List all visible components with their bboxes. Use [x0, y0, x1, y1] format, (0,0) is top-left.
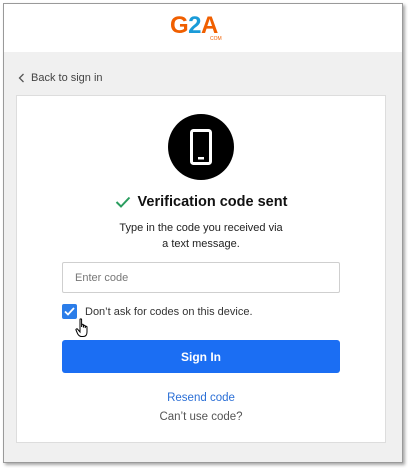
browser-window: G2A COM Back to sign in Verification cod…: [3, 3, 403, 463]
header: G2A COM: [4, 4, 402, 52]
logo-g: G: [170, 12, 189, 39]
check-icon: [64, 307, 75, 316]
verification-title: Verification code sent: [137, 194, 288, 210]
phone-icon: [190, 129, 212, 165]
cant-use-code-link[interactable]: Can’t use code?: [17, 411, 385, 423]
back-label: Back to sign in: [31, 72, 103, 84]
verification-description: Type in the code you received via a text…: [17, 220, 385, 252]
remember-device-option[interactable]: Don’t ask for codes on this device.: [62, 304, 253, 319]
chevron-left-icon: [18, 73, 24, 83]
back-to-sign-in-link[interactable]: Back to sign in: [18, 72, 103, 84]
logo-a: A: [201, 12, 218, 39]
checkmark-icon: [115, 196, 130, 208]
resend-code-link[interactable]: Resend code: [17, 392, 385, 404]
description-line-1: Type in the code you received via: [119, 222, 283, 234]
sign-in-button[interactable]: Sign In: [62, 340, 340, 373]
phone-icon-circle: [168, 114, 234, 180]
code-input[interactable]: [62, 262, 340, 293]
description-line-2: a text message.: [162, 238, 240, 250]
verification-card: Verification code sent Type in the code …: [16, 95, 386, 443]
remember-device-label: Don’t ask for codes on this device.: [85, 305, 253, 318]
g2a-logo[interactable]: G2A COM: [170, 12, 222, 42]
hand-pointer-cursor-icon: [75, 318, 88, 337]
remember-device-checkbox[interactable]: [62, 304, 77, 319]
logo-com: COM: [210, 36, 222, 42]
logo-two: 2: [188, 12, 202, 39]
status-row: Verification code sent: [17, 194, 385, 210]
